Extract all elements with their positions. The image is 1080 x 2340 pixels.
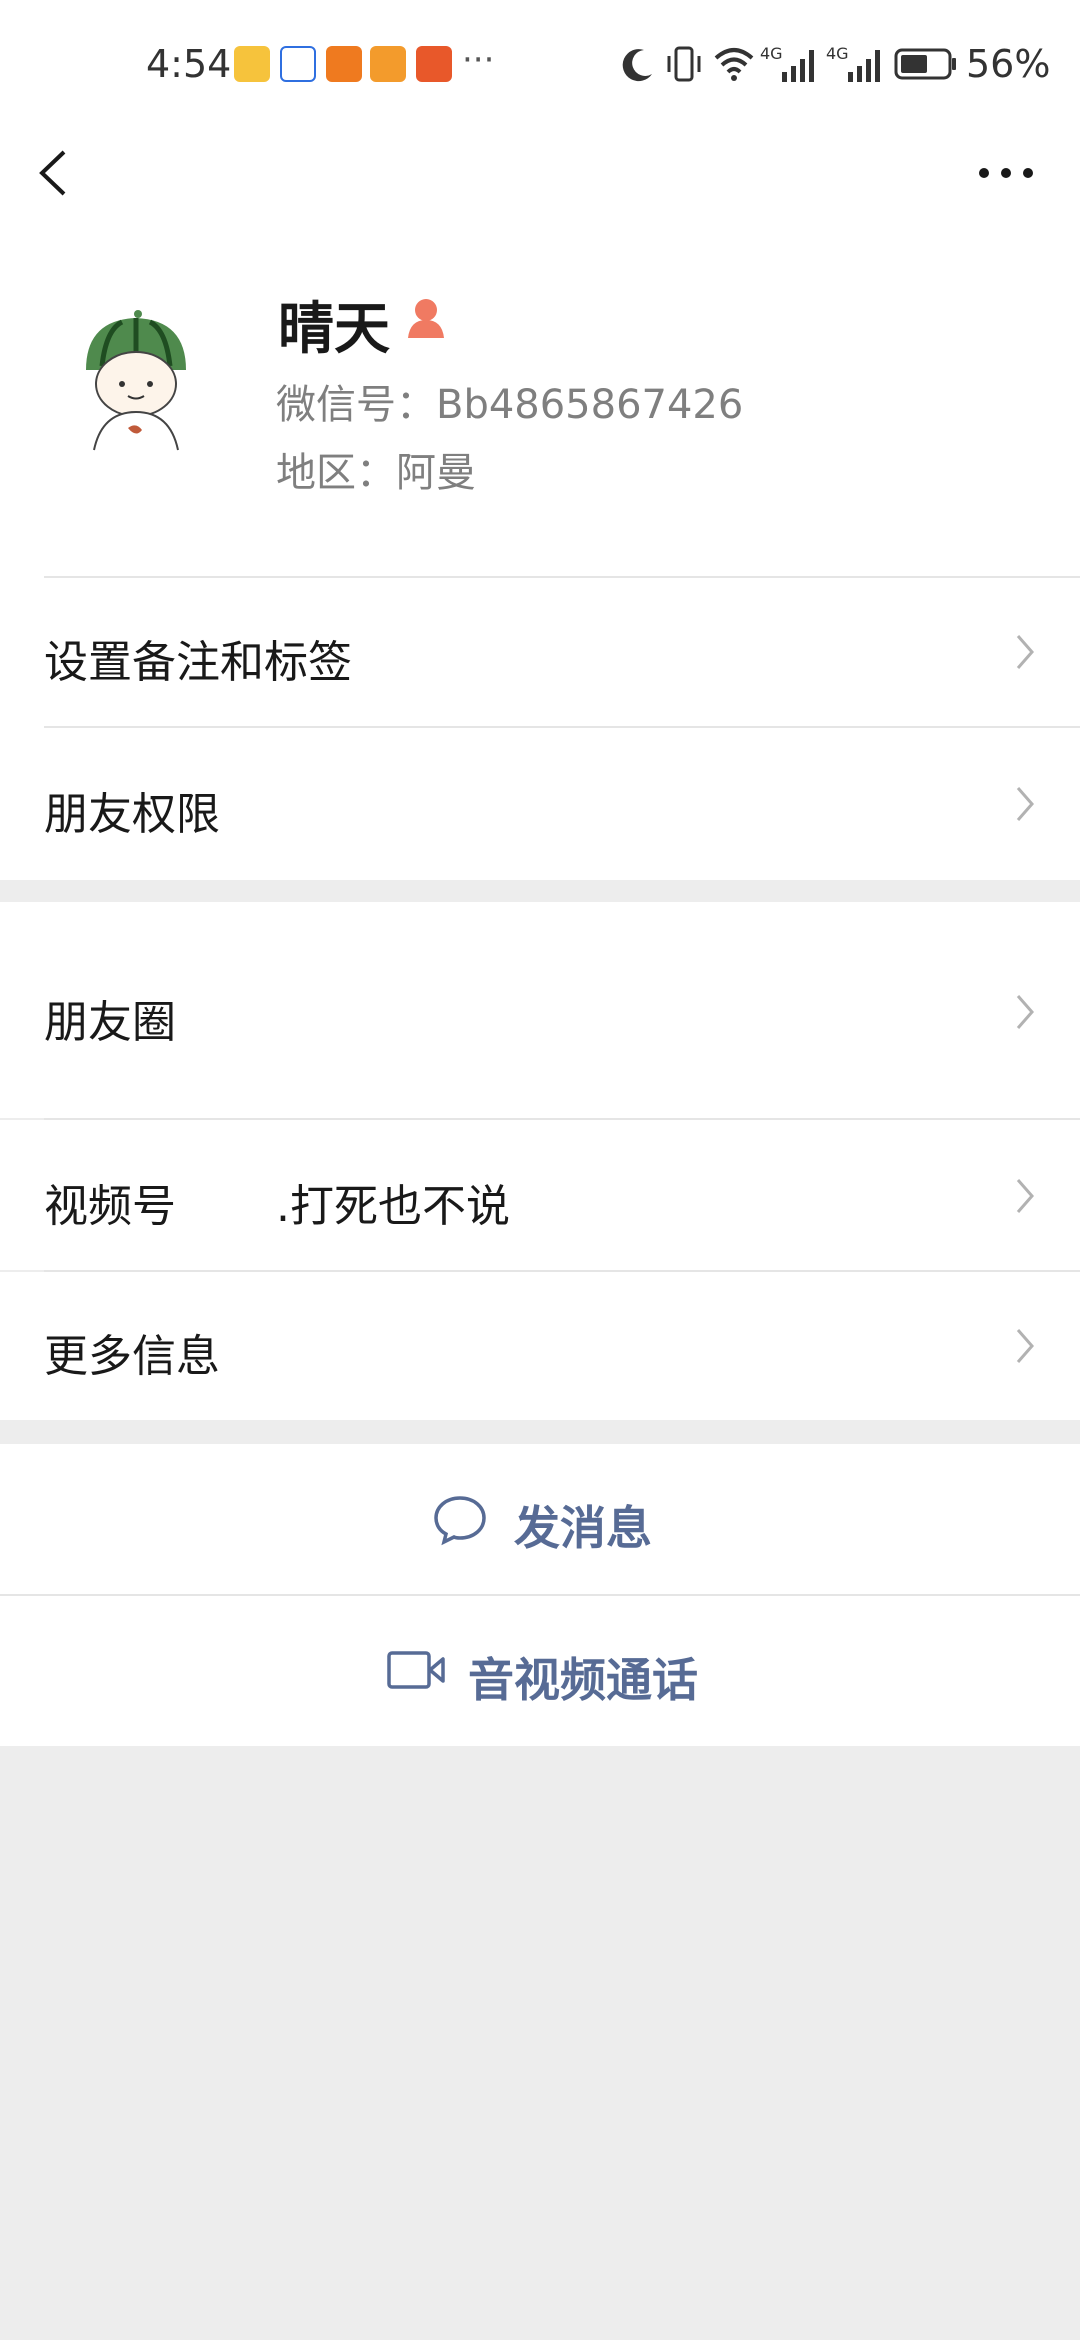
moments-row[interactable]: 朋友圈 [0,902,1080,1118]
contact-name: 晴天 [278,297,390,362]
vibrate-icon [667,46,701,82]
avatar-illustration [72,300,200,460]
channels-row[interactable]: 视频号 .打死也不说 [0,1120,1080,1270]
female-gender-icon [408,299,444,338]
status-bar: 4:54 ··· 4G 4G 56% [0,0,1080,130]
remark-and-tags-row[interactable]: 设置备注和标签 [0,578,1080,726]
video-call-label: 音视频通话 [468,1653,698,1707]
app-orange-icon [326,46,362,82]
avatar[interactable] [72,300,200,460]
video-call-button[interactable]: 音视频通话 [0,1596,1080,1746]
chevron-right-icon [1016,1329,1034,1363]
baidu-icon [280,46,316,82]
remark-and-tags-label: 设置备注和标签 [44,637,352,688]
signal-icon-2 [848,50,880,82]
chat-bubble-icon [434,1496,486,1546]
chevron-right-icon [1016,1179,1034,1213]
divider [44,1270,1080,1272]
status-more-dots: ··· [462,40,495,80]
divider [0,1594,1080,1596]
wechat-id: 微信号：Bb4865867426 [276,382,744,428]
weibo-icon [234,46,270,82]
video-camera-icon [387,1651,445,1689]
signal-icon [782,50,814,82]
back-arrow-icon[interactable] [34,148,74,198]
taobao-icon [416,46,452,82]
wifi-icon [714,48,754,81]
divider [44,1118,1080,1120]
chevron-right-icon [1016,635,1034,669]
video-app-icon [370,46,406,82]
more-info-row[interactable]: 更多信息 [0,1272,1080,1420]
moon-icon [622,49,652,82]
send-message-label: 发消息 [514,1501,652,1555]
moments-label: 朋友圈 [44,997,176,1048]
channels-value: .打死也不说 [276,1181,510,1232]
battery-percent: 56% [966,42,1051,86]
channels-label: 视频号 [44,1181,176,1232]
send-message-button[interactable]: 发消息 [0,1444,1080,1594]
friend-permission-label: 朋友权限 [44,789,220,840]
friend-permission-row[interactable]: 朋友权限 [0,728,1080,878]
chevron-right-icon [1016,787,1034,821]
more-options-icon[interactable] [976,160,1036,186]
battery-icon [894,48,956,80]
more-info-label: 更多信息 [44,1331,220,1382]
chevron-right-icon [1016,995,1034,1029]
status-time: 4:54 [146,42,232,86]
region: 地区：阿曼 [276,450,476,496]
